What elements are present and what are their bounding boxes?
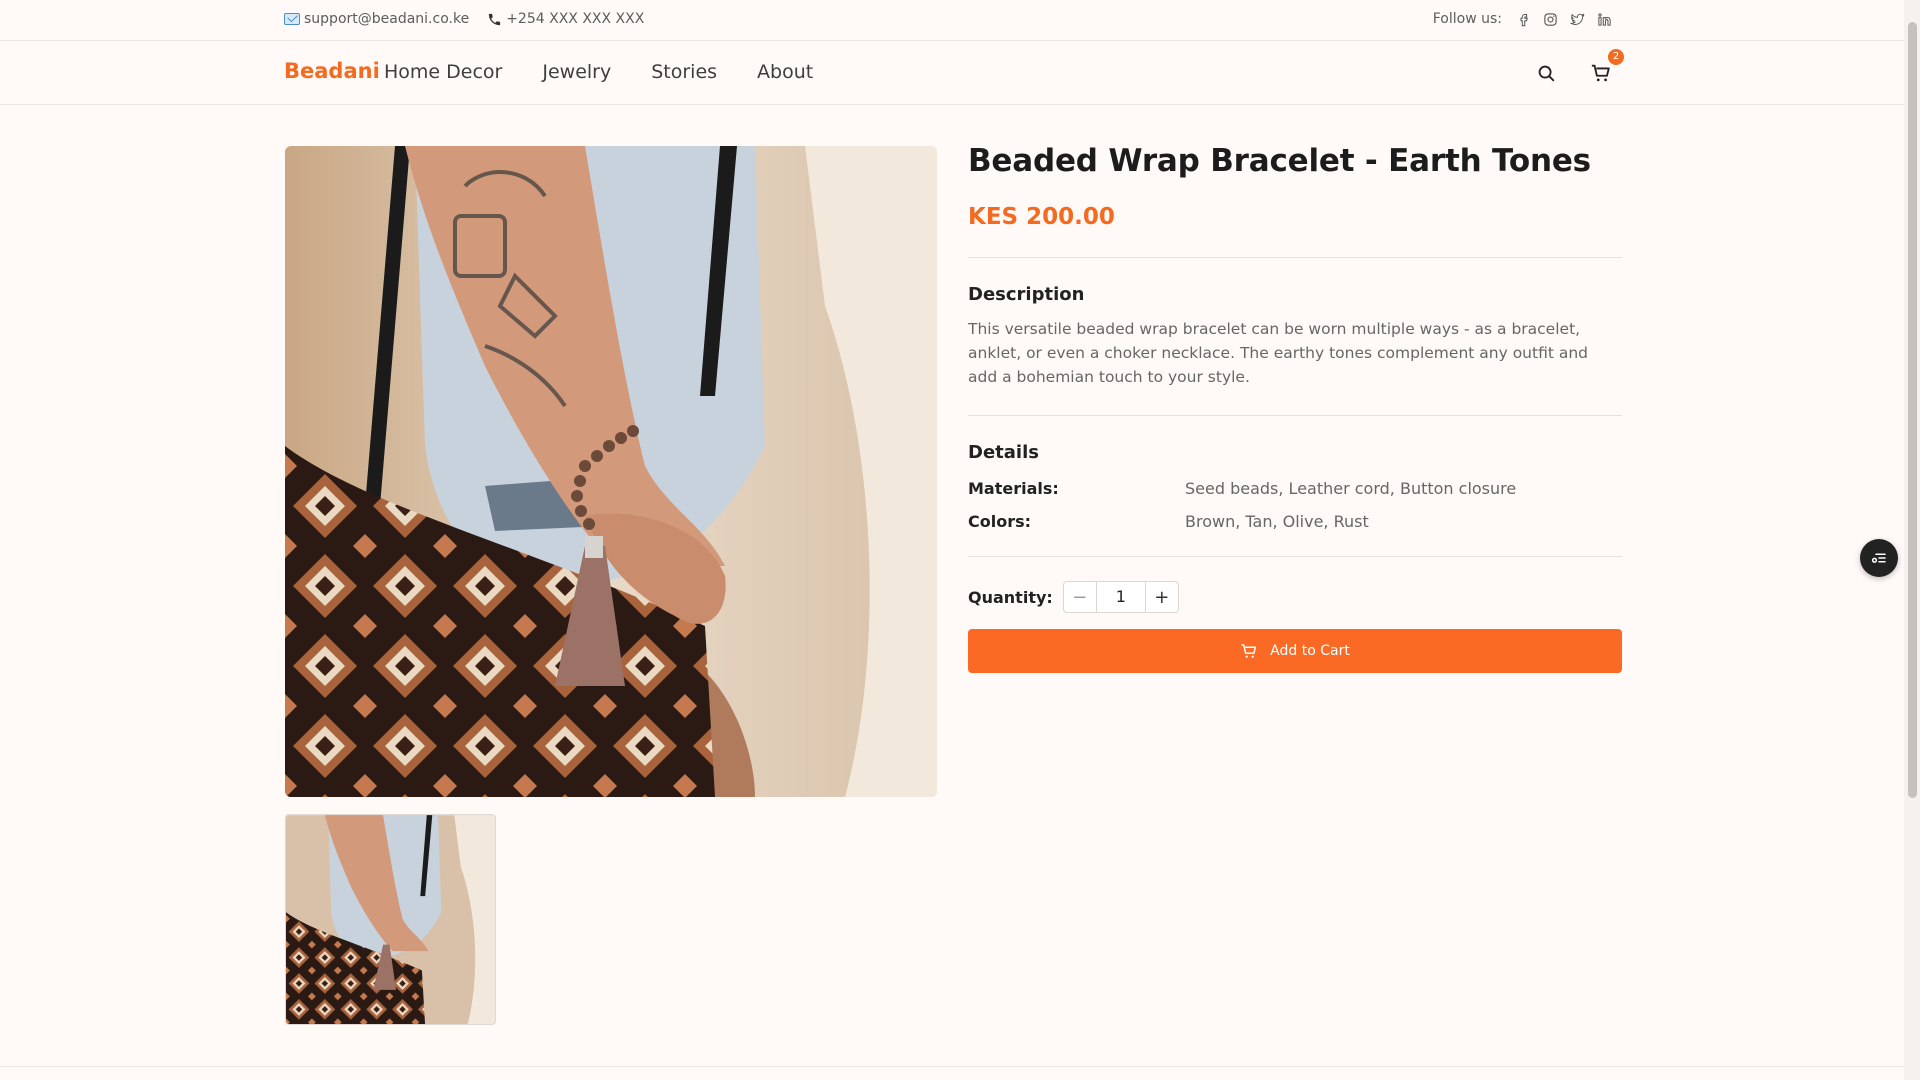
materials-label: Materials:: [968, 479, 1059, 498]
search-icon[interactable]: [1535, 62, 1557, 84]
nav-home-decor[interactable]: Home Decor: [384, 61, 502, 83]
divider: [968, 257, 1622, 258]
phone-icon: [489, 13, 501, 25]
product-thumbnail[interactable]: [285, 814, 496, 1025]
brand-logo[interactable]: Beadani: [284, 59, 380, 83]
quantity-value[interactable]: 1: [1095, 582, 1146, 612]
follow-label: Follow us:: [1432, 11, 1502, 27]
instagram-icon[interactable]: [1543, 12, 1558, 27]
nav-about[interactable]: About: [757, 61, 813, 83]
cart-icon[interactable]: [1590, 62, 1612, 84]
top-bar: support@beadani.co.ke +254 XXX XXX XXX F…: [0, 0, 1904, 41]
materials-value: Seed beads, Leather cord, Button closure: [1185, 479, 1517, 498]
email-text: support@beadani.co.ke: [304, 11, 470, 27]
colors-row: Colors: Brown, Tan, Olive, Rust: [968, 512, 1622, 531]
product-price: KES 200.00: [968, 204, 1115, 230]
cart-count-badge: 2: [1608, 49, 1624, 65]
quantity-row: Quantity: − 1 +: [968, 581, 1622, 613]
floating-menu-button[interactable]: [1860, 539, 1898, 577]
scrollbar-thumb[interactable]: [1908, 22, 1917, 798]
colors-value: Brown, Tan, Olive, Rust: [1185, 512, 1369, 531]
colors-label: Colors:: [968, 512, 1032, 531]
product-title: Beaded Wrap Bracelet - Earth Tones: [968, 143, 1591, 179]
product-details: Beaded Wrap Bracelet - Earth Tones KES 2…: [968, 143, 1622, 673]
description-text: This versatile beaded wrap bracelet can …: [968, 320, 1589, 386]
scrollbar[interactable]: [1904, 0, 1920, 1080]
quantity-label: Quantity:: [968, 587, 1053, 607]
main-nav: Beadani Home Decor Jewelry Stories About…: [0, 41, 1904, 105]
product-main-image[interactable]: [285, 146, 937, 797]
description-heading: Description: [968, 284, 1085, 305]
email-link[interactable]: support@beadani.co.ke: [284, 11, 469, 27]
add-to-cart-label: Add to Cart: [1270, 643, 1350, 659]
twitter-icon[interactable]: [1570, 12, 1585, 27]
cart-icon: [1241, 644, 1257, 658]
decrement-button[interactable]: −: [1064, 582, 1096, 612]
nav-links: Home Decor Jewelry Stories About: [384, 61, 813, 83]
filter-list-icon: [1871, 553, 1886, 563]
divider: [968, 556, 1622, 557]
envelope-icon: [284, 13, 300, 25]
linkedin-icon[interactable]: [1597, 12, 1612, 27]
follow-us: Follow us:: [1433, 11, 1612, 27]
facebook-icon[interactable]: [1516, 12, 1531, 27]
divider: [968, 415, 1622, 416]
nav-jewelry[interactable]: Jewelry: [542, 61, 611, 83]
nav-stories[interactable]: Stories: [651, 61, 717, 83]
phone-text: +254 XXX XXX XXX: [506, 11, 645, 27]
footer-divider: [0, 1066, 1904, 1067]
quantity-stepper[interactable]: − 1 +: [1062, 581, 1179, 613]
increment-button[interactable]: +: [1146, 582, 1178, 612]
details-heading: Details: [968, 442, 1039, 463]
add-to-cart-button[interactable]: Add to Cart: [968, 629, 1622, 673]
materials-row: Materials: Seed beads, Leather cord, But…: [968, 479, 1622, 498]
social-links: [1516, 12, 1612, 27]
contact-info: support@beadani.co.ke +254 XXX XXX XXX: [284, 11, 644, 27]
phone-link[interactable]: +254 XXX XXX XXX: [487, 11, 644, 27]
